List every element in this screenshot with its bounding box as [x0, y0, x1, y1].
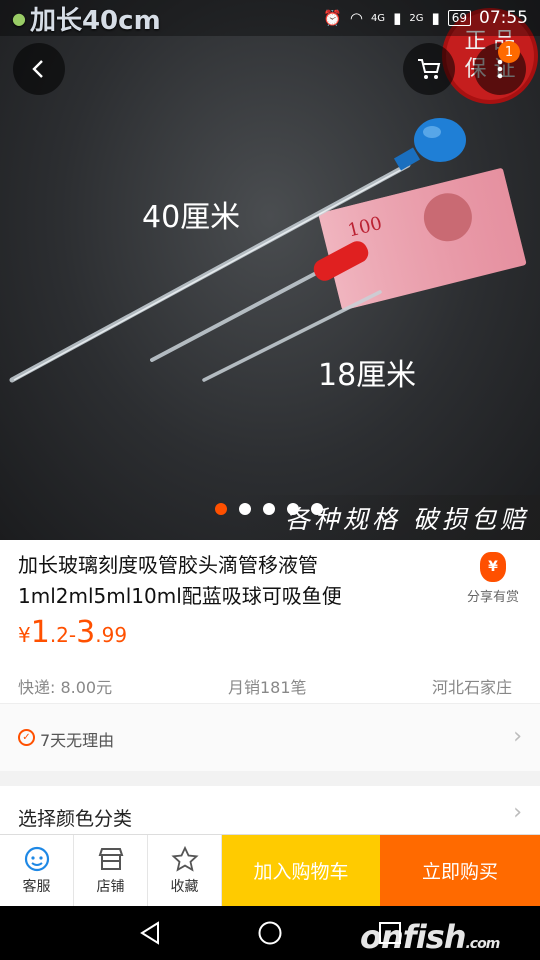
cart-count-badge: 1 — [498, 41, 520, 63]
carousel-dot[interactable] — [311, 503, 323, 515]
product-info: 加长玻璃刻度吸管胶头滴管移液管1ml2ml5ml10ml配蓝吸球可吸鱼便 ¥ 分… — [0, 540, 540, 703]
nav-back-icon[interactable] — [137, 920, 163, 946]
check-circle-icon: ✓ — [18, 729, 35, 746]
status-caption: ● 加长40cm — [12, 0, 161, 37]
back-button[interactable] — [13, 43, 65, 95]
wifi-icon: ◠ — [349, 9, 363, 27]
share-gift-icon: ¥ — [480, 552, 506, 582]
status-indicators: ⏰ ◠ 4G ▮ 2G ▮ 69 07:55 — [323, 8, 528, 28]
watermark-main: onfish — [360, 918, 466, 956]
sku-select-label: 选择颜色分类 — [18, 808, 133, 830]
monthly-sales: 月销181笔 — [228, 678, 307, 697]
shop-icon — [97, 846, 125, 872]
carousel-dot[interactable] — [263, 503, 275, 515]
favorite-button[interactable]: 收藏 — [148, 835, 222, 906]
share-label: 分享有赏 — [466, 590, 519, 605]
carousel-dot[interactable] — [239, 503, 251, 515]
price-min-int: 1 — [30, 615, 50, 650]
carousel-dot[interactable] — [287, 503, 299, 515]
cart-icon — [418, 59, 441, 79]
length-label-short: 18厘米 — [318, 358, 417, 393]
return-policy-label: 7天无理由 — [40, 731, 115, 750]
ship-location: 河北石家庄 — [432, 678, 513, 697]
sku-select-row[interactable]: 选择颜色分类 › — [0, 786, 540, 834]
watermark-suffix: .com — [465, 936, 500, 952]
service-guarantee-row[interactable]: ✓ 7天无理由 › — [0, 703, 540, 771]
price-max-int: 3 — [76, 615, 96, 650]
customer-service-button[interactable]: 客服 — [0, 835, 74, 906]
shop-button[interactable]: 店铺 — [74, 835, 148, 906]
add-to-cart-button[interactable]: 加入购物车 — [222, 835, 380, 906]
clock: 07:55 — [479, 8, 528, 28]
length-label-long: 40厘米 — [142, 200, 241, 235]
bottom-action-bar: 客服 店铺 收藏 加入购物车 立即购买 — [0, 834, 540, 906]
chevron-right-icon: › — [513, 724, 522, 749]
buy-now-button[interactable]: 立即购买 — [380, 835, 540, 906]
signal-icon-2: ▮ — [431, 9, 440, 27]
price-separator: - — [68, 623, 77, 647]
favorite-label: 收藏 — [170, 878, 199, 895]
signal-icon: ▮ — [393, 9, 402, 27]
carousel-indicator — [215, 503, 323, 515]
android-icon: ● — [12, 8, 26, 28]
watermark: onfish.com — [360, 918, 500, 956]
price-min-dec: .2 — [49, 623, 69, 647]
back-icon — [32, 60, 43, 78]
nav-home-icon[interactable] — [257, 920, 283, 946]
network-4g: 4G — [370, 12, 386, 24]
product-title: 加长玻璃刻度吸管胶头滴管移液管1ml2ml5ml10ml配蓝吸球可吸鱼便 — [18, 553, 342, 608]
chevron-right-icon: › — [513, 800, 522, 825]
carousel-dot[interactable] — [215, 503, 227, 515]
caption-text: 加长40cm — [29, 5, 161, 36]
product-page: 100 40厘米 18厘米 各种规格 破损包赔 ● 加长40cm ⏰ ◠ 4G … — [0, 0, 540, 960]
alarm-icon: ⏰ — [323, 9, 342, 27]
cart-button[interactable] — [403, 43, 455, 95]
service-label: 客服 — [22, 878, 51, 895]
share-button[interactable]: ¥ 分享有赏 — [458, 552, 528, 605]
price-symbol: ¥ — [18, 623, 31, 647]
battery-indicator: 69 — [447, 10, 471, 26]
price-max-dec: .99 — [95, 623, 128, 647]
network-2g: 2G — [409, 12, 424, 24]
service-icon — [23, 846, 51, 872]
price-range: ¥ 1 .2 - 3 .99 — [18, 615, 127, 650]
shipping-fee: 快递: 8.00元 — [18, 678, 113, 697]
star-icon — [170, 845, 199, 872]
more-button[interactable]: 1 — [474, 41, 526, 95]
status-bar: ● 加长40cm ⏰ ◠ 4G ▮ 2G ▮ 69 07:55 — [0, 0, 540, 36]
shop-label: 店铺 — [96, 878, 125, 895]
